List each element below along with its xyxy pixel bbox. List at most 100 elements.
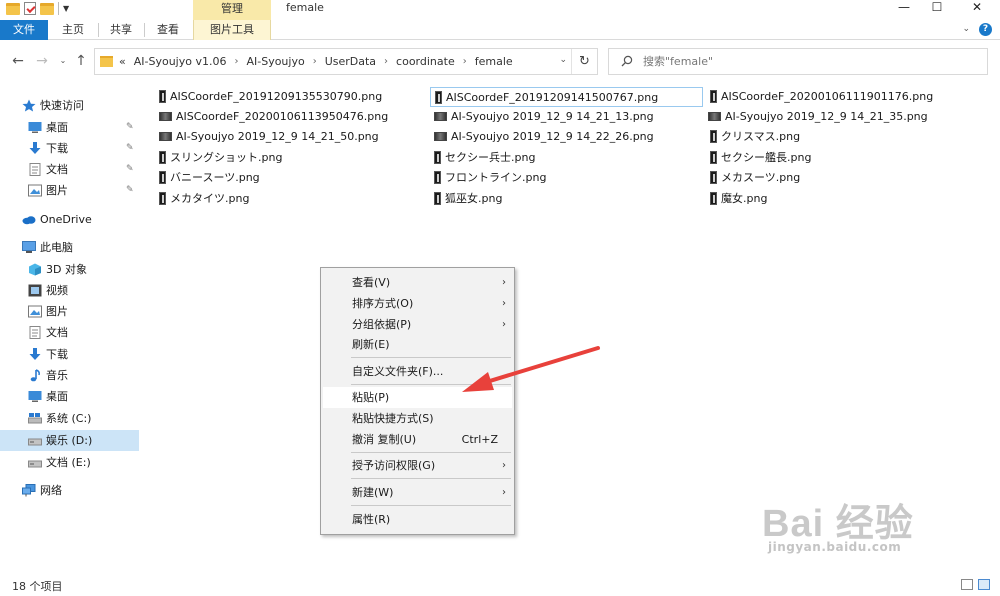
file-item[interactable]: メカスーツ.png	[710, 168, 800, 188]
tab-share[interactable]: 共享	[98, 20, 145, 40]
sidebar-item-onedrive[interactable]: OneDrive	[0, 209, 139, 230]
chevron-right-icon: ›	[502, 487, 506, 498]
sidebar-item-music[interactable]: 音乐	[0, 365, 139, 386]
menu-item-properties[interactable]: 属性(R)	[323, 509, 512, 530]
menu-item-label: 分组依据(P)	[352, 318, 412, 331]
desktop-icon	[28, 391, 42, 402]
breadcrumb-overflow[interactable]: «	[119, 49, 126, 74]
breadcrumb-item[interactable]: female	[475, 49, 513, 74]
tab-manage[interactable]: 管理	[193, 0, 271, 20]
file-item[interactable]: AI-Syoujyo 2019_12_9 14_21_35.png	[708, 107, 928, 127]
sidebar-item-label: 系统 (C:)	[46, 412, 92, 425]
help-icon[interactable]: ?	[979, 23, 992, 36]
search-box[interactable]: 搜索"female"	[608, 48, 988, 75]
file-item[interactable]: AI-Syoujyo 2019_12_9 14_21_13.png	[434, 107, 654, 127]
sidebar-item-downloads[interactable]: 下载 ✎	[0, 138, 139, 159]
breadcrumb-item[interactable]: coordinate	[396, 49, 455, 74]
sidebar-item-this-pc[interactable]: 此电脑	[0, 237, 139, 258]
chevron-right-icon[interactable]: ›	[384, 49, 388, 74]
file-item[interactable]: 狐巫女.png	[434, 189, 502, 209]
customize-toolbar-icon[interactable]: ▼	[63, 4, 69, 13]
forward-button[interactable]: →	[34, 53, 50, 69]
file-item[interactable]: フロントライン.png	[434, 168, 546, 188]
menu-item-label: 授予访问权限(G)	[352, 459, 436, 472]
file-item[interactable]: AISCoordeF_20191209135530790.png	[159, 87, 382, 107]
watermark-url: jingyan.baidu.com	[768, 540, 902, 554]
close-button[interactable]: ✕	[957, 0, 997, 20]
sidebar-item-downloads-pc[interactable]: 下载	[0, 344, 139, 365]
baidu-watermark: Bai 经验 jingyan.baidu.com	[762, 488, 962, 568]
file-item[interactable]: バニースーツ.png	[159, 168, 260, 188]
back-button[interactable]: ←	[10, 53, 26, 69]
tab-picture-tools[interactable]: 图片工具	[193, 20, 271, 40]
chevron-right-icon: ›	[502, 298, 506, 309]
pin-icon[interactable]: ✎	[126, 159, 134, 180]
sidebar-item-drive-d[interactable]: 娱乐 (D:)	[0, 430, 139, 451]
sidebar-item-drive-e[interactable]: 文档 (E:)	[0, 452, 139, 473]
tab-home[interactable]: 主页	[48, 20, 99, 40]
sidebar-item-network[interactable]: 网络	[0, 480, 139, 501]
menu-item-label: 撤消 复制(U)	[352, 433, 417, 446]
file-name: メカスーツ.png	[721, 171, 801, 184]
tab-view[interactable]: 查看	[144, 20, 192, 40]
sidebar-item-pictures-pc[interactable]: 图片	[0, 301, 139, 322]
file-item[interactable]: AI-Syoujyo 2019_12_9 14_21_50.png	[159, 127, 379, 147]
file-item[interactable]: 魔女.png	[710, 189, 767, 209]
sidebar-item-pictures[interactable]: 图片 ✎	[0, 180, 139, 201]
sidebar-item-videos[interactable]: 视频	[0, 280, 139, 301]
image-thumbnail-icon	[710, 89, 717, 103]
chevron-right-icon[interactable]: ›	[313, 49, 317, 74]
breadcrumb-item[interactable]: AI-Syoujyo	[246, 49, 304, 74]
document-icon	[29, 163, 41, 176]
tab-file[interactable]: 文件	[0, 20, 48, 40]
pin-icon[interactable]: ✎	[126, 180, 134, 201]
expand-ribbon-icon[interactable]: ⌄	[962, 24, 970, 34]
chevron-right-icon[interactable]: ›	[234, 49, 238, 74]
sidebar-item-desktop[interactable]: 桌面 ✎	[0, 117, 139, 138]
sidebar-item-documents-pc[interactable]: 文档	[0, 322, 139, 343]
file-item[interactable]: セクシー兵士.png	[434, 148, 535, 168]
refresh-button[interactable]: ↻	[571, 49, 597, 74]
new-folder-icon[interactable]	[40, 2, 54, 15]
sidebar-item-drive-c[interactable]: 系统 (C:)	[0, 408, 139, 429]
breadcrumb-item[interactable]: AI-Syoujyo v1.06	[134, 49, 227, 74]
sidebar-item-3d-objects[interactable]: 3D 对象	[0, 259, 139, 280]
sidebar-item-documents[interactable]: 文档 ✎	[0, 159, 139, 180]
menu-item-sort-by[interactable]: 排序方式(O) ›	[323, 293, 512, 314]
file-item[interactable]: セクシー艦長.png	[710, 148, 811, 168]
sidebar-item-desktop-pc[interactable]: 桌面	[0, 386, 139, 407]
menu-item-give-access[interactable]: 授予访问权限(G) ›	[323, 455, 512, 476]
details-view-icon[interactable]	[961, 579, 973, 590]
search-input[interactable]: 搜索"female"	[643, 49, 713, 74]
sidebar-item-label: 图片	[46, 305, 68, 318]
sidebar-item-label: 图片	[46, 184, 68, 197]
file-item[interactable]: メカタイツ.png	[159, 189, 249, 209]
menu-item-group-by[interactable]: 分组依据(P) ›	[323, 314, 512, 335]
menu-item-new[interactable]: 新建(W) ›	[323, 482, 512, 503]
menu-item-label: 排序方式(O)	[352, 297, 414, 310]
pin-icon[interactable]: ✎	[126, 138, 134, 159]
up-button[interactable]: ↑	[73, 53, 89, 69]
address-bar[interactable]: « AI-Syoujyo v1.06 › AI-Syoujyo › UserDa…	[94, 48, 598, 75]
menu-item-view[interactable]: 查看(V) ›	[323, 272, 512, 293]
pin-icon[interactable]: ✎	[126, 117, 134, 138]
file-item[interactable]: AI-Syoujyo 2019_12_9 14_22_26.png	[434, 127, 654, 147]
file-item-selected[interactable]: AISCoordeF_20191209141500767.png	[430, 87, 703, 107]
breadcrumb-item[interactable]: UserData	[325, 49, 376, 74]
sidebar-item-quick-access[interactable]: 快速访问	[0, 95, 139, 116]
chevron-down-icon[interactable]: ⌄	[559, 55, 567, 65]
menu-item-undo-copy[interactable]: 撤消 复制(U) Ctrl+Z	[323, 429, 512, 450]
menu-item-paste-shortcut[interactable]: 粘贴快捷方式(S)	[323, 408, 512, 429]
file-item[interactable]: スリングショット.png	[159, 148, 282, 168]
file-item[interactable]: AISCoordeF_20200106111901176.png	[710, 87, 933, 107]
chevron-right-icon[interactable]: ›	[463, 49, 467, 74]
list-view-icon[interactable]	[978, 579, 990, 590]
file-item[interactable]: クリスマス.png	[710, 127, 800, 147]
maximize-button[interactable]: ☐	[917, 0, 957, 20]
recent-locations-icon[interactable]: ⌄	[55, 53, 71, 69]
properties-check-icon[interactable]	[24, 2, 36, 15]
status-bar: 18 个项目	[0, 574, 1000, 596]
file-name: AI-Syoujyo 2019_12_9 14_21_50.png	[176, 130, 379, 143]
file-item[interactable]: AISCoordeF_20200106113950476.png	[159, 107, 388, 127]
folder-icon[interactable]	[6, 2, 20, 15]
